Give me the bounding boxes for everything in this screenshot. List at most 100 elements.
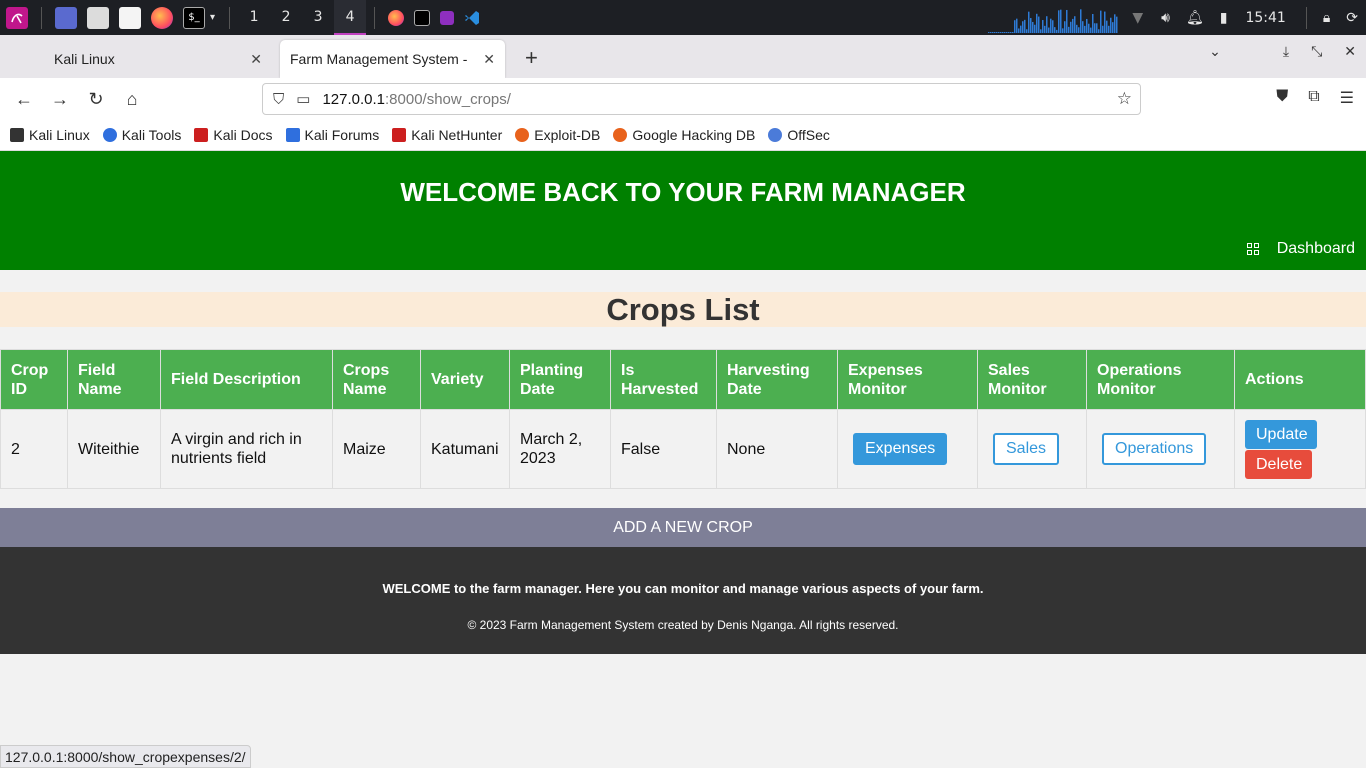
web-page: WELCOME BACK TO YOUR FARM MANAGER Dashbo… <box>0 151 1366 768</box>
cpu-graph-bar <box>1030 17 1032 33</box>
tab-farm-management[interactable]: Farm Management System - ✕ <box>280 40 505 78</box>
kali-docs-icon <box>194 128 209 142</box>
show-desktop-icon[interactable] <box>55 6 77 29</box>
terminal-window-icon[interactable] <box>414 9 431 26</box>
bookmark-kali-nethunter[interactable]: Kali NetHunter <box>392 127 502 143</box>
bookmark-star-icon[interactable]: ☆ <box>1117 89 1132 109</box>
sales-button[interactable]: Sales <box>993 433 1060 465</box>
cpu-graph-bar <box>1104 11 1106 33</box>
system-taskbar: $_ ▾ 1 2 3 4 ▼ 🔊︎ 🔔︎ ▮ 15:41 🔒︎ ⟳ <box>0 0 1366 35</box>
clock[interactable]: 15:41 <box>1245 10 1285 26</box>
bookmark-label: Google Hacking DB <box>632 127 756 143</box>
terminal-icon[interactable]: $_ <box>183 6 205 29</box>
cpu-graph-bar <box>1034 24 1036 33</box>
pocket-icon[interactable]: ⛊ <box>1276 88 1288 108</box>
cell-field-name: Witeithie <box>67 409 161 489</box>
workspace-2[interactable]: 2 <box>270 0 302 35</box>
url-bar[interactable]: ⛉ ▭ 127.0.0.1:8000/show_crops/ ☆ <box>262 83 1141 115</box>
bookmark-label: Kali Tools <box>121 127 182 143</box>
cpu-graph-bar <box>1040 28 1042 33</box>
col-expenses-monitor: Expenses Monitor <box>837 349 978 410</box>
kali-nethunter-icon <box>392 128 407 142</box>
back-icon[interactable]: ← <box>6 89 42 110</box>
list-tabs-icon[interactable]: ⌄ <box>1209 43 1221 60</box>
new-tab-button[interactable]: + <box>525 40 538 78</box>
bookmark-google-hacking-db[interactable]: Google Hacking DB <box>613 127 755 143</box>
workspace-4[interactable]: 4 <box>334 0 367 35</box>
kali-tools-icon <box>102 128 117 142</box>
cpu-graph-bar <box>1102 25 1104 33</box>
page-info-icon[interactable]: ▭ <box>296 90 310 108</box>
page-title: WELCOME BACK TO YOUR FARM MANAGER <box>400 177 966 207</box>
cpu-graph-bar <box>1090 27 1092 33</box>
add-new-crop-button[interactable]: ADD A NEW CROP <box>0 508 1366 547</box>
cpu-graph-bar <box>1042 19 1044 33</box>
grid-icon <box>1246 243 1259 255</box>
notification-bell-icon[interactable]: 🔔︎ <box>1186 10 1204 26</box>
reload-icon[interactable]: ↻ <box>78 89 114 110</box>
workspace-1[interactable]: 1 <box>238 0 270 35</box>
bookmark-kali-linux[interactable]: Kali Linux <box>10 127 90 143</box>
battery-icon[interactable]: ▮ <box>1220 10 1228 26</box>
cpu-graph-bar <box>1048 27 1050 33</box>
chevron-down-icon[interactable]: ▾ <box>210 12 215 23</box>
browser-tabbar: Kali Linux ✕ Farm Management System - ✕ … <box>0 35 1366 100</box>
bookmark-offsec[interactable]: OffSec <box>768 127 830 143</box>
restore-icon[interactable]: ⤡ <box>1311 43 1322 60</box>
tab-kali-linux[interactable]: Kali Linux ✕ <box>44 40 272 78</box>
cpu-graph-bar <box>1050 18 1052 33</box>
cpu-graph-bar <box>1066 9 1068 33</box>
firefox-window-icon[interactable] <box>388 9 405 26</box>
cpu-graph-bar <box>1086 18 1088 33</box>
close-icon[interactable]: ✕ <box>483 51 495 68</box>
cpu-graph-bar <box>1064 20 1066 33</box>
power-icon[interactable]: ⟳ <box>1346 10 1358 26</box>
exploit-db-icon <box>515 128 530 142</box>
bookmark-exploit-db[interactable]: Exploit-DB <box>515 127 600 143</box>
shield-icon[interactable]: ⛉ <box>273 91 284 108</box>
vscode-window-icon[interactable] <box>464 10 480 26</box>
forward-icon[interactable]: → <box>42 89 78 110</box>
lock-icon[interactable]: 🔒︎ <box>1323 10 1330 26</box>
page-footer: WELCOME to the farm manager. Here you ca… <box>0 547 1366 654</box>
cell-sales: Sales <box>977 409 1087 489</box>
dashboard-link[interactable]: Dashboard <box>1246 240 1355 258</box>
cpu-graph-bar <box>1020 25 1022 33</box>
bookmark-kali-docs[interactable]: Kali Docs <box>194 127 273 143</box>
cpu-graph-bar <box>1024 19 1026 33</box>
cpu-graph-bar <box>1018 27 1020 33</box>
text-editor-icon[interactable] <box>119 6 141 29</box>
col-operations-monitor: Operations Monitor <box>1086 349 1235 410</box>
menu-icon[interactable]: ☰ <box>1340 88 1354 108</box>
cpu-graph-bar <box>1000 31 1002 33</box>
cpu-graph-bar <box>996 31 998 33</box>
file-manager-icon[interactable] <box>87 6 109 29</box>
kali-menu-icon[interactable] <box>6 6 28 29</box>
extensions-icon[interactable]: ⧉ <box>1308 88 1319 108</box>
cpu-graph-bar <box>1068 26 1070 33</box>
home-icon[interactable]: ⌂ <box>114 89 150 110</box>
cpu-graph <box>988 3 1118 33</box>
window-close-icon[interactable]: ✕ <box>1344 43 1356 60</box>
delete-button[interactable]: Delete <box>1245 449 1312 479</box>
volume-icon[interactable]: 🔊︎ <box>1161 10 1170 26</box>
workspace-3[interactable]: 3 <box>302 0 334 35</box>
network-icon[interactable]: ▼ <box>1132 10 1143 26</box>
cell-actions: Update Delete <box>1234 409 1366 489</box>
cpu-graph-bar <box>990 31 992 33</box>
expenses-button[interactable]: Expenses <box>853 433 948 465</box>
cpu-graph-bar <box>994 31 996 33</box>
cpu-graph-bar <box>1100 10 1102 33</box>
cpu-graph-bar <box>1012 31 1014 33</box>
download-icon[interactable]: ⤓ <box>1283 43 1289 60</box>
bookmark-kali-forums[interactable]: Kali Forums <box>285 127 379 143</box>
close-icon[interactable]: ✕ <box>250 51 262 68</box>
cpu-graph-bar <box>1044 25 1046 33</box>
bookmark-kali-tools[interactable]: Kali Tools <box>102 127 182 143</box>
cpu-graph-bar <box>1094 22 1096 33</box>
firefox-icon[interactable] <box>151 6 173 29</box>
operations-button[interactable]: Operations <box>1102 433 1207 465</box>
tab-title: Farm Management System - <box>290 51 468 67</box>
update-button[interactable]: Update <box>1245 419 1317 449</box>
app-window-icon[interactable] <box>440 10 455 25</box>
